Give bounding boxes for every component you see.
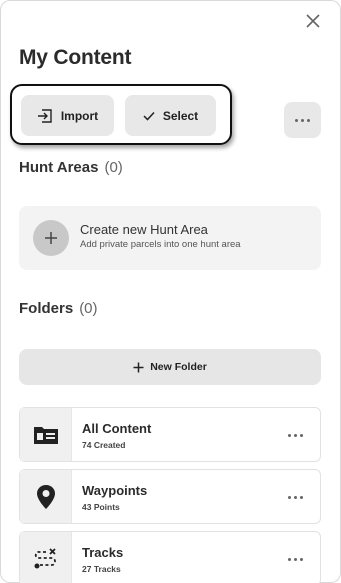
more-horizontal-icon [295,118,298,122]
list-item-title: Tracks [82,545,124,560]
list-item-subtitle: 74 Created [82,440,126,450]
plus-icon [33,220,69,256]
hunt-areas-heading: Hunt Areas (0) [19,159,123,176]
hunt-areas-label: Hunt Areas [19,159,99,176]
list-item-subtitle: 43 Points [82,502,120,512]
list-item-title: All Content [82,421,152,436]
list-item-waypoints[interactable]: Waypoints 43 Points [19,469,321,524]
track-path-icon [20,532,72,583]
folders-count: (0) [79,300,98,317]
page-title: My Content [19,46,132,69]
select-label: Select [162,108,199,123]
row-more-button[interactable] [284,426,306,444]
create-hunt-area-button[interactable]: Create new Hunt Area Add private parcels… [19,206,321,270]
folders-label: Folders [19,300,74,317]
more-options-button[interactable] [284,102,321,138]
select-button[interactable]: Select [125,95,216,136]
row-more-button[interactable] [284,488,306,506]
list-item-title: Waypoints [82,483,148,498]
more-horizontal-icon [287,495,291,499]
close-button[interactable] [300,8,326,34]
new-folder-button[interactable]: New Folder [19,349,321,385]
row-more-button[interactable] [284,550,306,568]
create-hunt-area-title: Create new Hunt Area [80,222,208,237]
hunt-areas-count: (0) [104,159,123,176]
plus-icon [133,362,144,372]
create-hunt-area-subtitle: Add private parcels into one hunt area [80,239,241,250]
list-item-all-content[interactable]: All Content 74 Created [19,407,321,462]
more-horizontal-icon [287,557,291,561]
map-pin-icon [20,470,72,523]
new-folder-label: New Folder [150,361,207,373]
more-horizontal-icon [287,433,291,437]
check-icon [143,111,155,121]
close-icon [306,14,320,28]
folders-heading: Folders (0) [19,300,98,317]
import-icon [37,108,52,123]
folder-card-icon [20,408,72,461]
import-button[interactable]: Import [21,95,114,136]
list-item-subtitle: 27 Tracks [82,564,121,574]
list-item-tracks[interactable]: Tracks 27 Tracks [19,531,321,583]
my-content-panel: My Content Import Select Hunt Areas (0) C… [0,0,341,583]
import-label: Import [60,108,99,123]
